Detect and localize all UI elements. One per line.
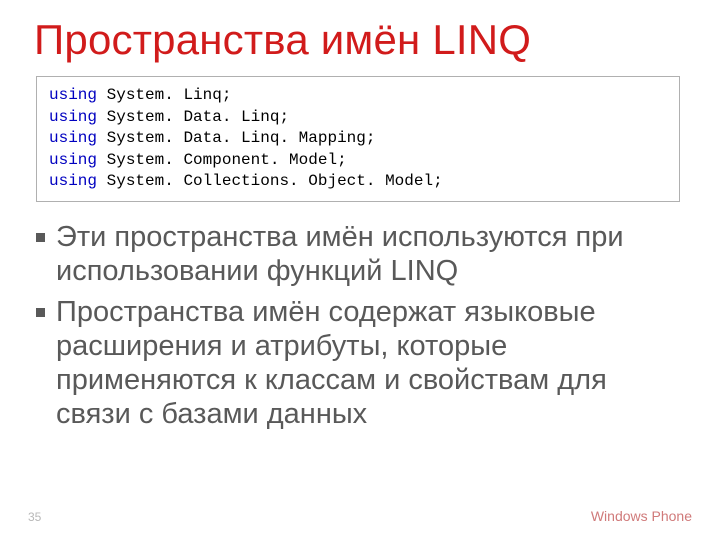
list-item: Пространства имён содержат языковые расш…	[34, 295, 686, 432]
code-keyword: using	[49, 108, 97, 126]
brand-label: Windows Phone	[591, 508, 692, 524]
code-keyword: using	[49, 129, 97, 147]
list-item: Эти пространства имён используются при и…	[34, 220, 686, 288]
code-rest: System. Data. Linq. Mapping;	[107, 129, 376, 147]
bullet-text: Пространства имён содержат языковые расш…	[56, 296, 607, 431]
code-keyword: using	[49, 86, 97, 104]
code-keyword: using	[49, 151, 97, 169]
code-block: using System. Linq; using System. Data. …	[36, 76, 680, 202]
code-rest: System. Linq;	[107, 86, 232, 104]
code-line: using System. Collections. Object. Model…	[49, 171, 667, 193]
code-rest: System. Component. Model;	[107, 151, 347, 169]
code-rest: System. Data. Linq;	[107, 108, 289, 126]
code-keyword: using	[49, 172, 97, 190]
page-title: Пространства имён LINQ	[34, 18, 686, 62]
bullet-text: Эти пространства имён используются при и…	[56, 221, 624, 287]
code-rest: System. Collections. Object. Model;	[107, 172, 443, 190]
slide-container: Пространства имён LINQ using System. Lin…	[0, 0, 720, 540]
code-line: using System. Linq;	[49, 85, 667, 107]
bullet-list: Эти пространства имён используются при и…	[34, 220, 686, 431]
code-line: using System. Data. Linq;	[49, 107, 667, 129]
page-number: 35	[28, 510, 41, 524]
code-line: using System. Data. Linq. Mapping;	[49, 128, 667, 150]
code-line: using System. Component. Model;	[49, 150, 667, 172]
